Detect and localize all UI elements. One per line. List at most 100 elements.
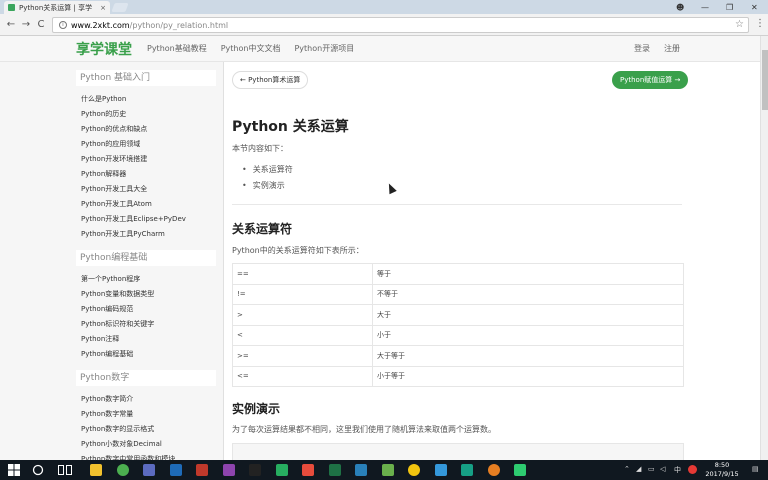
prev-page-button[interactable]: ← Python算术运算 — [232, 71, 309, 89]
table-row: <= 小于等于 — [232, 365, 684, 387]
table-row: == 等于 — [232, 263, 684, 285]
table-row: < 小于 — [232, 324, 684, 346]
toc-item[interactable]: 关系运算符 — [242, 162, 293, 178]
operator-cell: < — [232, 324, 373, 346]
table-row: != 不等于 — [232, 283, 684, 305]
photoshop-icon[interactable] — [169, 464, 182, 476]
chrome-icon[interactable] — [116, 464, 129, 476]
app-icon[interactable] — [196, 464, 208, 476]
forward-button[interactable]: → — [19, 18, 33, 32]
sidebar-list: 第一个Python程序 Python变量和数据类型 Python编码规范 Pyt… — [0, 266, 223, 362]
sidebar-list: 什么是Python Python的历史 Python的优点和缺点 Python的… — [0, 86, 223, 242]
excel-icon[interactable] — [328, 464, 341, 476]
browser-tab-bar: Python关系运算 | 享学 × ☻ — ❐ ✕ — [0, 0, 768, 14]
section-heading: 关系运算符 — [232, 222, 293, 236]
clock-time: 8:50 — [714, 461, 730, 469]
terminal-icon[interactable] — [249, 464, 261, 476]
table-row: > 大于 — [232, 304, 684, 326]
tray-chevron-icon[interactable]: ⌃ — [624, 465, 630, 473]
sidebar-item[interactable]: Python的应用领域 — [81, 137, 223, 152]
back-button[interactable]: ← — [4, 18, 18, 32]
chrome3-icon[interactable] — [487, 464, 500, 476]
tray-app-icon[interactable] — [688, 465, 697, 474]
operator-cell: >= — [232, 345, 373, 367]
table-row: >= 大于等于 — [232, 345, 684, 367]
app2-icon[interactable] — [222, 464, 235, 476]
sidebar-item[interactable]: Python开发工具Eclipse+PyDev — [81, 212, 223, 227]
sidebar-item[interactable]: Python小数对象Decimal — [81, 437, 223, 452]
task-view-icon[interactable] — [58, 465, 72, 475]
media-icon[interactable] — [143, 464, 155, 476]
folder-icon[interactable] — [90, 464, 102, 476]
page-info-icon[interactable]: i — [59, 21, 67, 29]
sidebar-item[interactable]: Python编程基础 — [81, 347, 223, 362]
image-icon[interactable] — [355, 464, 367, 476]
sidebar-item[interactable]: Python解释器 — [81, 167, 223, 182]
page-scrollbar[interactable] — [760, 36, 768, 460]
app4-icon[interactable] — [434, 464, 447, 476]
operator-cell: != — [232, 283, 373, 305]
nav-link-python-basics[interactable]: Python基础教程 — [147, 43, 207, 54]
main-content: ← Python算术运算 Python赋值运算 → Python 关系运算 本节… — [224, 62, 760, 460]
taskbar-clock[interactable]: 8:50 2017/9/15 — [700, 461, 744, 479]
operator-cell: <= — [232, 365, 373, 387]
maximize-button[interactable]: ❐ — [726, 0, 733, 14]
nav-link-python-projects[interactable]: Python开源项目 — [294, 43, 354, 54]
toc-item[interactable]: 实例演示 — [242, 178, 293, 194]
minimize-button[interactable]: — — [701, 0, 709, 14]
sidebar-item[interactable]: Python开发工具PyCharm — [81, 227, 223, 242]
intro-text: 本节内容如下： — [232, 144, 288, 153]
input-method-indicator[interactable]: 中 — [674, 465, 681, 475]
sidebar-item[interactable]: Python编码规范 — [81, 302, 223, 317]
sidebar-item[interactable]: Python数字的显示格式 — [81, 422, 223, 437]
app6-icon[interactable] — [514, 464, 526, 476]
sidebar-item[interactable]: Python数字中常用函数和模块 — [81, 452, 223, 460]
close-window-button[interactable]: ✕ — [751, 0, 758, 14]
sidebar-item[interactable]: Python开发工具大全 — [81, 182, 223, 197]
login-link[interactable]: 登录 — [634, 43, 650, 54]
table-of-contents: 关系运算符 实例演示 — [242, 162, 293, 194]
app3-icon[interactable] — [381, 464, 394, 476]
app5-icon[interactable] — [461, 464, 473, 476]
description-cell: 不等于 — [372, 283, 684, 305]
sidebar-section-title: Python数字 — [76, 370, 216, 386]
register-link[interactable]: 注册 — [664, 43, 680, 54]
site-logo[interactable]: 享学课堂 — [76, 39, 132, 59]
sidebar-section-title: Python 基础入门 — [76, 70, 216, 86]
user-profile-icon[interactable]: ☻ — [676, 0, 684, 14]
panel-icon[interactable] — [275, 464, 288, 476]
search-icon[interactable] — [32, 464, 44, 476]
sidebar-item[interactable]: Python数字常量 — [81, 407, 223, 422]
sidebar-item[interactable]: 第一个Python程序 — [81, 272, 223, 287]
sidebar-item[interactable]: Python标识符和关键字 — [81, 317, 223, 332]
reload-button[interactable]: C — [34, 18, 48, 32]
chrome2-icon[interactable] — [408, 464, 420, 476]
browser-tab[interactable]: Python关系运算 | 享学 × — [4, 1, 110, 14]
bookmark-star-icon[interactable]: ☆ — [735, 19, 744, 30]
sidebar-item[interactable]: Python开发环境搭建 — [81, 152, 223, 167]
clock-date: 2017/9/15 — [705, 470, 739, 478]
notifications-icon[interactable]: ▤ — [752, 465, 759, 473]
tab-close-icon[interactable]: × — [100, 4, 106, 12]
new-tab-button[interactable] — [111, 3, 129, 12]
page-title: Python 关系运算 — [232, 119, 349, 135]
sidebar-item[interactable]: Python的历史 — [81, 107, 223, 122]
tray-network-icon[interactable]: ▭ — [648, 465, 655, 473]
url-host: www.2xkt.com — [71, 20, 130, 30]
scrollbar-thumb[interactable] — [762, 50, 768, 110]
nav-link-python-docs[interactable]: Python中文文档 — [221, 43, 281, 54]
sidebar-item[interactable]: Python开发工具Atom — [81, 197, 223, 212]
media2-icon[interactable] — [302, 464, 314, 476]
description-cell: 大于等于 — [372, 345, 684, 367]
tray-people-icon[interactable]: ◢ — [636, 465, 641, 473]
sidebar-item[interactable]: Python注释 — [81, 332, 223, 347]
sidebar-item[interactable]: Python的优点和缺点 — [81, 122, 223, 137]
url-input[interactable]: i www.2xkt.com /python/py_relation.html … — [52, 17, 749, 33]
tray-volume-icon[interactable]: ◁ — [660, 465, 665, 473]
sidebar-item[interactable]: Python变量和数据类型 — [81, 287, 223, 302]
next-page-button[interactable]: Python赋值运算 → — [612, 71, 689, 89]
sidebar-item[interactable]: Python数字简介 — [81, 392, 223, 407]
windows-start-icon[interactable] — [8, 464, 20, 476]
browser-menu-icon[interactable]: ⋮ — [755, 18, 765, 29]
sidebar-item[interactable]: 什么是Python — [81, 92, 223, 107]
